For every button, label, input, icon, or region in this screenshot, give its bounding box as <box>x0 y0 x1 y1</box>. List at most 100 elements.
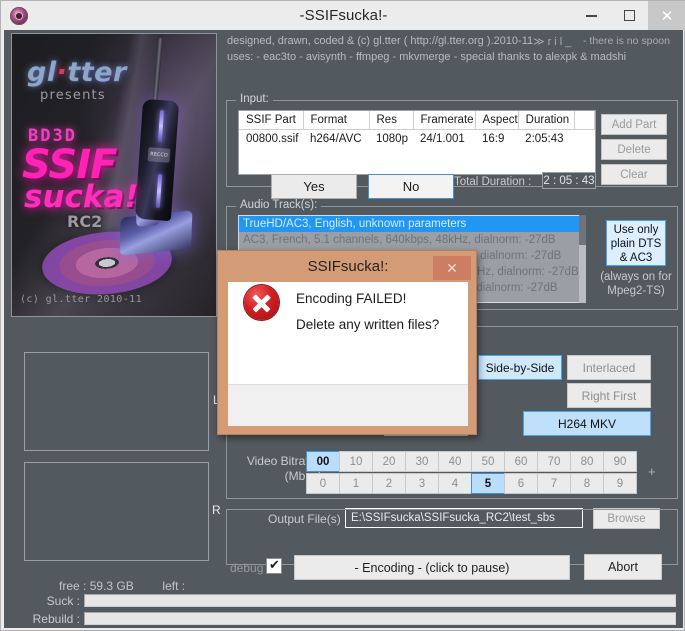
column-header-spacer <box>574 111 596 130</box>
debug-checkbox[interactable] <box>266 557 282 574</box>
bitrate-ones-cell[interactable]: 6 <box>504 473 538 494</box>
vacuum-brand-label: RECCO <box>147 147 171 163</box>
dialog-message-line-1: Encoding FAILED! <box>296 291 407 306</box>
bitrate-tens-cell[interactable]: 70 <box>537 451 571 472</box>
minimize-icon <box>585 14 597 17</box>
bitrate-tens-cell[interactable]: 30 <box>405 451 439 472</box>
bitrate-ones-cell[interactable]: 9 <box>603 473 637 494</box>
total-duration-value: 2 : 05 : 43 <box>542 172 596 189</box>
cell-framerate: 24/1.001 <box>420 133 465 145</box>
cell-duration: 2:05:43 <box>525 133 564 145</box>
progress-label-rebuild: Rebuild : <box>32 611 80 626</box>
preview-right-label: R <box>212 503 221 517</box>
progress-row: Suck : <box>16 593 676 608</box>
table-header-row: SSIF Part Format Res Framerate Aspect Du… <box>239 111 596 130</box>
clear-button[interactable]: Clear <box>601 164 667 185</box>
dialog-message-line-2: Delete any written files? <box>296 317 440 332</box>
list-item[interactable]: TrueHD/AC3, English, unknown parameters <box>239 216 585 232</box>
dialog-footer <box>228 384 468 426</box>
bitrate-tens-cell[interactable]: 50 <box>471 451 505 472</box>
scrollbar-thumb[interactable] <box>579 215 586 245</box>
column-header-format: Format <box>303 111 370 130</box>
credits-header: designed, drawn, coded & (c) gl.tter ( h… <box>223 33 680 66</box>
list-item[interactable]: AC3, French, 5.1 channels, 640kbps, 48kH… <box>239 232 585 248</box>
progress-label-suck: Suck : <box>46 593 80 608</box>
logo-suffix: tter <box>67 57 127 88</box>
dialog-no-button[interactable]: No <box>368 174 454 199</box>
use-plain-dts-ac3-button[interactable]: Use only plain DTS & AC3 <box>606 220 666 266</box>
option-h264-mkv[interactable]: H264 MKV <box>523 411 651 436</box>
sucka-title-text: sucka! <box>24 179 139 215</box>
encoding-pause-button[interactable]: - Encoding - (click to pause) <box>294 555 570 580</box>
bitrate-ones-cell[interactable]: 3 <box>405 473 439 494</box>
column-header-res: Res <box>369 111 414 130</box>
bitrate-tens-cell[interactable]: 00 <box>306 451 340 472</box>
error-icon <box>244 285 279 320</box>
progress-row: Rebuild : <box>16 611 676 626</box>
column-header-duration: Duration <box>518 111 575 130</box>
cell-res: 1080p <box>376 133 408 145</box>
bitrate-ones-cell[interactable]: 2 <box>372 473 406 494</box>
progress-bar-rebuild <box>84 612 676 625</box>
title-bar: -SSIFsucka!- ✕ <box>1 1 685 30</box>
bitrate-ones-cell[interactable]: 0 <box>306 473 340 494</box>
free-label: free : <box>59 579 87 593</box>
bitrate-ones-cell[interactable]: 7 <box>537 473 571 494</box>
logo-dot: · <box>56 57 68 88</box>
copyright-text: (c) gl.tter 2010-11 <box>20 294 142 305</box>
bitrate-tens-cell[interactable]: 80 <box>570 451 604 472</box>
option-side-by-side[interactable]: Side-by-Side <box>478 355 562 380</box>
audio-list-scrollbar[interactable] <box>579 215 586 303</box>
bitrate-tens-cell[interactable]: 10 <box>339 451 373 472</box>
cell-aspect: 16:9 <box>482 133 505 145</box>
main-body: RECCO gl·tter presents BD3D SSIF sucka! … <box>4 30 683 631</box>
progress-bar-suck <box>84 594 676 607</box>
cell-ssif-part: 00800.ssif <box>246 133 299 145</box>
presents-text: presents <box>40 88 106 103</box>
preview-right-eye <box>24 462 209 561</box>
bitrate-tens-cell[interactable]: 20 <box>372 451 406 472</box>
option-right-first[interactable]: Right First <box>567 383 651 408</box>
dts-note: (always on for Mpeg2-TS) <box>592 270 680 298</box>
bitrate-ones-row: 0 1 2 3 4 5 6 7 8 9 <box>306 473 637 494</box>
bitrate-tens-cell[interactable]: 40 <box>438 451 472 472</box>
bitrate-tens-cell[interactable]: 60 <box>504 451 538 472</box>
table-row[interactable]: 00800.ssif h264/AVC 1080p 24/1.001 16:9 … <box>239 130 595 149</box>
disk-space-status: free : 59.3 GB left : <box>59 579 185 593</box>
option-interlaced[interactable]: Interlaced <box>567 355 651 380</box>
progress-section: Suck : Rebuild : Encode : Mux : <box>16 593 676 631</box>
bitrate-plus-icon[interactable]: + <box>648 464 656 479</box>
input-group-title: Input: <box>236 93 273 105</box>
release-candidate-text: RC2 <box>67 212 103 231</box>
dts-button-line-3: & AC3 <box>619 252 653 264</box>
input-parts-table[interactable]: SSIF Part Format Res Framerate Aspect Du… <box>238 110 596 175</box>
total-duration-label: Total Duration : <box>454 176 532 188</box>
bitrate-ones-cell[interactable]: 8 <box>570 473 604 494</box>
debug-label: debug <box>230 561 264 575</box>
left-label: left : <box>162 579 186 593</box>
window-controls: ✕ <box>572 1 685 30</box>
bitrate-tens-cell[interactable]: 90 <box>603 451 637 472</box>
bitrate-ones-cell[interactable]: 1 <box>339 473 373 494</box>
credits-line-2: uses: - eac3to - avisynth - ffmpeg - mkv… <box>227 51 627 63</box>
dialog-close-button[interactable]: ✕ <box>433 256 471 280</box>
delete-button[interactable]: Delete <box>601 139 667 160</box>
app-window: -SSIFsucka!- ✕ RECCO gl·tter presents BD… <box>0 0 685 631</box>
abort-button[interactable]: Abort <box>584 554 662 580</box>
column-header-ssif-part: SSIF Part <box>239 111 304 130</box>
dts-note-line-2: Mpeg2-TS) <box>607 285 665 297</box>
splash-artwork: RECCO gl·tter presents BD3D SSIF sucka! … <box>11 33 217 317</box>
credits-line-1: designed, drawn, coded & (c) gl.tter ( h… <box>227 35 534 47</box>
bitrate-ones-cell[interactable]: 4 <box>438 473 472 494</box>
logo-prefix: gl <box>27 57 57 88</box>
dialog-yes-button[interactable]: Yes <box>271 174 357 199</box>
add-part-button[interactable]: Add Part <box>601 114 667 135</box>
dts-note-line-1: (always on for <box>600 271 672 283</box>
bitrate-tens-row: 00 10 20 30 40 50 60 70 80 90 <box>306 451 637 472</box>
minimize-button[interactable] <box>572 1 610 30</box>
close-button[interactable]: ✕ <box>648 1 685 30</box>
maximize-button[interactable] <box>610 1 648 30</box>
bitrate-ones-cell[interactable]: 5 <box>471 473 505 494</box>
ril-tag: ≫ r i l _ <box>533 36 572 48</box>
free-value: 59.3 GB <box>89 579 134 593</box>
